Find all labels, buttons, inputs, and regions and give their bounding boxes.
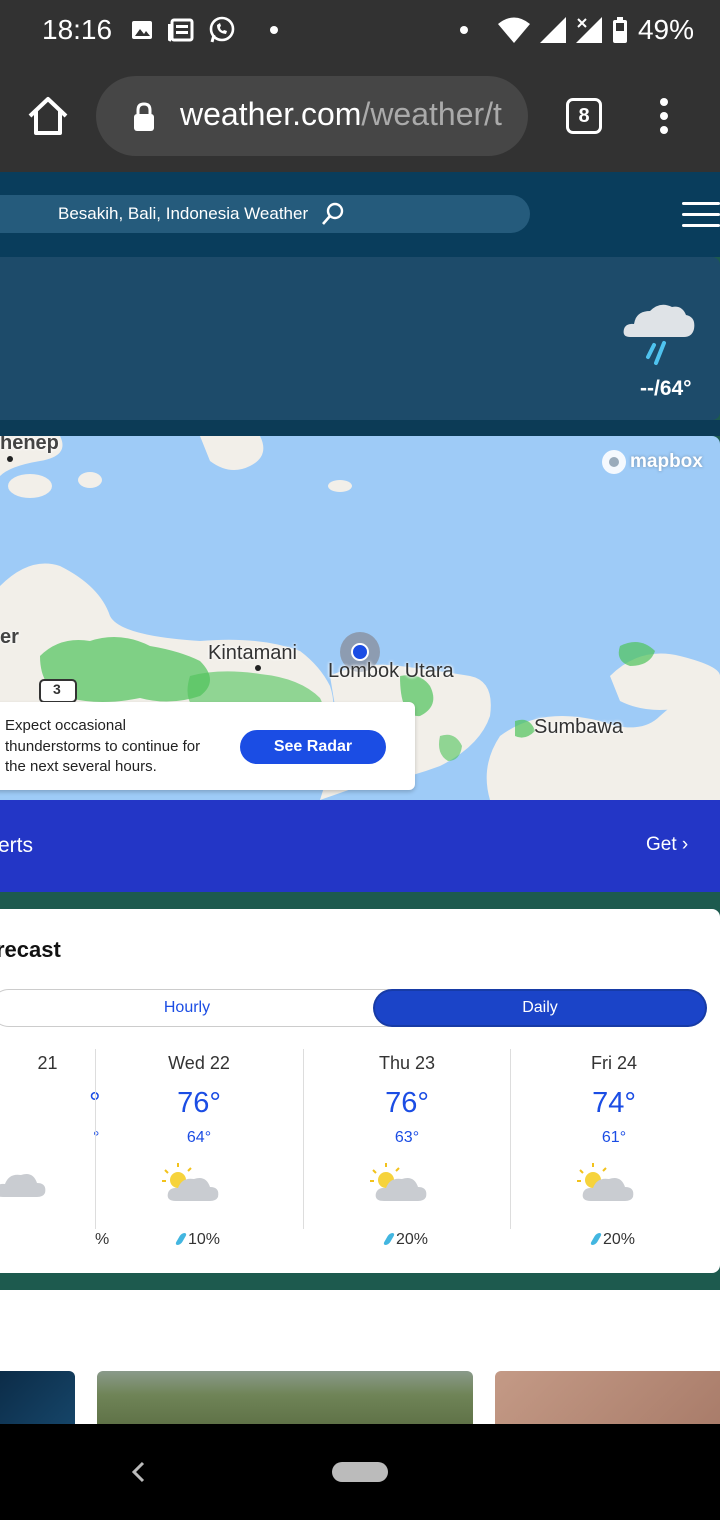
battery-icon [612,17,627,43]
forecast-day[interactable]: Thu 23 76° 63° 20% [303,1049,510,1248]
day-precip-value: 10% [187,1231,221,1248]
map-label-sumbawa: Sumbawa [534,716,623,738]
day-precip-value: 20% [395,1231,429,1248]
day-low: ° [93,1129,100,1146]
mapbox-logo: mapbox [602,450,703,474]
search-icon[interactable] [320,201,346,227]
day-high: 74° [592,1087,636,1119]
map-label-lombok-utara: Lombok Utara [328,660,454,682]
tab-switcher-button[interactable]: 8 [566,98,602,134]
mapbox-icon [602,450,626,474]
raindrop-icon [589,1233,603,1245]
day-precip: 20% [511,1231,717,1249]
day-high: 76° [177,1087,221,1119]
tab-daily[interactable]: Daily [375,991,705,1025]
day-precip: % [0,1231,109,1249]
signal-no-data-icon [575,17,602,43]
content-card [0,1290,720,1424]
url-bar[interactable]: weather.com/weather/t [96,76,528,156]
alerts-label: erts [0,834,34,857]
news-icon [168,18,194,42]
url-path: /weather/t [361,96,502,132]
current-conditions-card[interactable]: --/64° [0,257,720,420]
image-icon [132,21,152,39]
forecast-day[interactable]: Wed 22 76° 64° 10% [95,1049,302,1248]
back-icon[interactable] [128,1460,148,1484]
battery-level: 49% [637,14,694,45]
home-pill[interactable] [332,1462,388,1482]
day-low: 61° [601,1129,627,1146]
mapbox-label: mapbox [630,451,703,472]
day-name: Wed 22 [168,1053,230,1073]
forecast-card: recast Hourly Daily 21 ° ° % Wed 22 76° … [0,909,720,1273]
day-precip-value: 20% [602,1231,636,1248]
raindrop-icon [382,1233,396,1245]
divider [0,1273,720,1290]
system-icons: 49% [459,14,694,46]
raindrop-icon [174,1233,188,1245]
whatsapp-icon [209,16,235,43]
article-thumbnail[interactable] [97,1371,473,1424]
radar-popup: Expect occasional thunderstorms to conti… [0,702,415,790]
alerts-banner[interactable]: erts Get › [0,800,720,892]
location-search[interactable]: Besakih, Bali, Indonesia Weather [0,195,530,233]
wifi-icon [497,17,530,43]
day-name: Thu 23 [378,1053,436,1073]
divider [0,892,720,909]
browser-toolbar: weather.com/weather/t 8 [0,62,720,172]
site-header: Besakih, Bali, Indonesia Weather [0,172,720,257]
status-bar: 18:16 49% [0,0,720,62]
system-nav-bar [0,1424,720,1520]
search-location-text: Besakih, Bali, Indonesia Weather [58,204,309,223]
partly-cloudy-icon [162,1163,219,1201]
day-low: 63° [394,1129,420,1146]
forecast-title: recast [0,937,61,962]
dot-icon [270,26,278,34]
day-name: 21 [37,1053,58,1073]
overflow-menu-button[interactable] [654,98,674,138]
day-precip: 20% [304,1231,510,1249]
current-temperature: --/64° [640,377,692,400]
forecast-day[interactable]: Fri 24 74° 61° 20% [510,1049,717,1248]
day-high: ° [89,1087,101,1119]
lock-icon [134,102,154,131]
map-label: henep [0,436,59,454]
notification-icons [130,16,278,44]
day-name: Fri 24 [590,1053,637,1073]
status-time: 18:16 [42,14,113,45]
partly-cloudy-icon [370,1163,427,1201]
tab-hourly[interactable]: Hourly [0,990,383,1026]
hamburger-menu-icon[interactable] [682,202,720,230]
forecast-day[interactable]: 21 ° ° % [0,1049,109,1248]
dot-icon [459,26,468,34]
article-thumbnail[interactable] [0,1371,75,1424]
divider [0,420,720,436]
signal-icon [539,17,566,43]
url-domain: weather.com [180,96,362,132]
map-label-kintamani: Kintamani [208,642,297,664]
partly-cloudy-icon [0,1174,46,1197]
day-low: 64° [186,1129,212,1146]
see-radar-button[interactable]: See Radar [240,730,386,764]
partly-cloudy-icon [577,1163,634,1201]
day-precip: 10% [96,1231,302,1249]
url-text: weather.com/weather/t [180,96,502,133]
article-thumbnail[interactable] [495,1371,720,1424]
get-alerts-link[interactable]: Get › [646,834,688,856]
map-label: er [0,626,19,648]
forecast-toggle: Hourly Daily [0,989,706,1027]
radar-summary: Expect occasional thunderstorms to conti… [5,717,201,775]
rain-cloud-icon [623,304,695,365]
day-high: 76° [385,1087,429,1119]
road-number: 3 [53,681,61,697]
home-icon[interactable] [26,94,70,138]
